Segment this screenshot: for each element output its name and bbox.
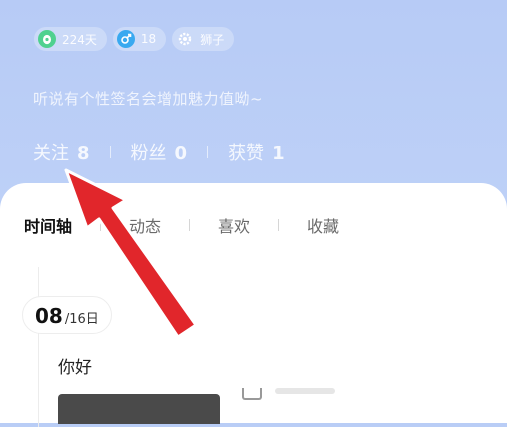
post-text[interactable]: 你好	[58, 353, 92, 378]
zodiac-text: 狮子	[200, 32, 225, 47]
followers-count: 0	[174, 143, 188, 164]
tab-likes[interactable]: 喜欢	[218, 213, 250, 237]
following-stat[interactable]: 关注 8	[33, 139, 90, 165]
date-day: 08	[35, 304, 63, 328]
badge-row: 224天 18 狮子	[34, 27, 235, 51]
followers-label: 粉丝	[130, 143, 167, 164]
likes-stat[interactable]: 获赞 1	[228, 139, 285, 165]
tab-divider	[278, 219, 280, 231]
profile-header: 224天 18 狮子 听说有个性签名会增加魅力值呦~ 关注 8 粉丝 0 获赞	[0, 0, 507, 200]
zodiac-badge[interactable]: 狮子	[172, 27, 235, 51]
tab-divider	[100, 219, 102, 231]
likes-count: 1	[272, 143, 285, 164]
tab-favorites[interactable]: 收藏	[307, 213, 339, 237]
days-badge-text: 224天	[62, 32, 97, 47]
content-card: 时间轴 动态 喜欢 收藏 08 /16日 你好	[0, 183, 507, 427]
gear-icon	[176, 30, 194, 48]
stat-divider	[109, 146, 111, 158]
days-badge[interactable]: 224天	[34, 27, 107, 51]
age-text: 18	[140, 32, 157, 46]
image-icon	[242, 388, 262, 400]
following-label: 关注	[33, 143, 69, 164]
tab-bar: 时间轴 动态 喜欢 收藏	[24, 213, 339, 237]
post-meta	[275, 388, 335, 394]
date-pill: 08 /16日	[22, 296, 112, 334]
following-count: 8	[77, 143, 90, 164]
signature-text[interactable]: 听说有个性签名会增加魅力值呦~	[33, 88, 263, 109]
date-suffix: /16日	[64, 312, 99, 327]
tab-divider	[189, 219, 191, 231]
followers-stat[interactable]: 粉丝 0	[131, 139, 188, 165]
post-image[interactable]	[58, 394, 220, 424]
stat-divider	[207, 146, 209, 158]
tab-timeline[interactable]: 时间轴	[24, 213, 72, 237]
tab-posts[interactable]: 动态	[129, 213, 161, 237]
likes-label: 获赞	[228, 143, 265, 164]
gender-age-badge[interactable]: 18	[112, 27, 167, 51]
egg-icon	[38, 30, 56, 48]
male-icon	[116, 30, 135, 48]
timeline-line	[38, 267, 39, 427]
stats-row: 关注 8 粉丝 0 获赞 1	[33, 139, 285, 165]
